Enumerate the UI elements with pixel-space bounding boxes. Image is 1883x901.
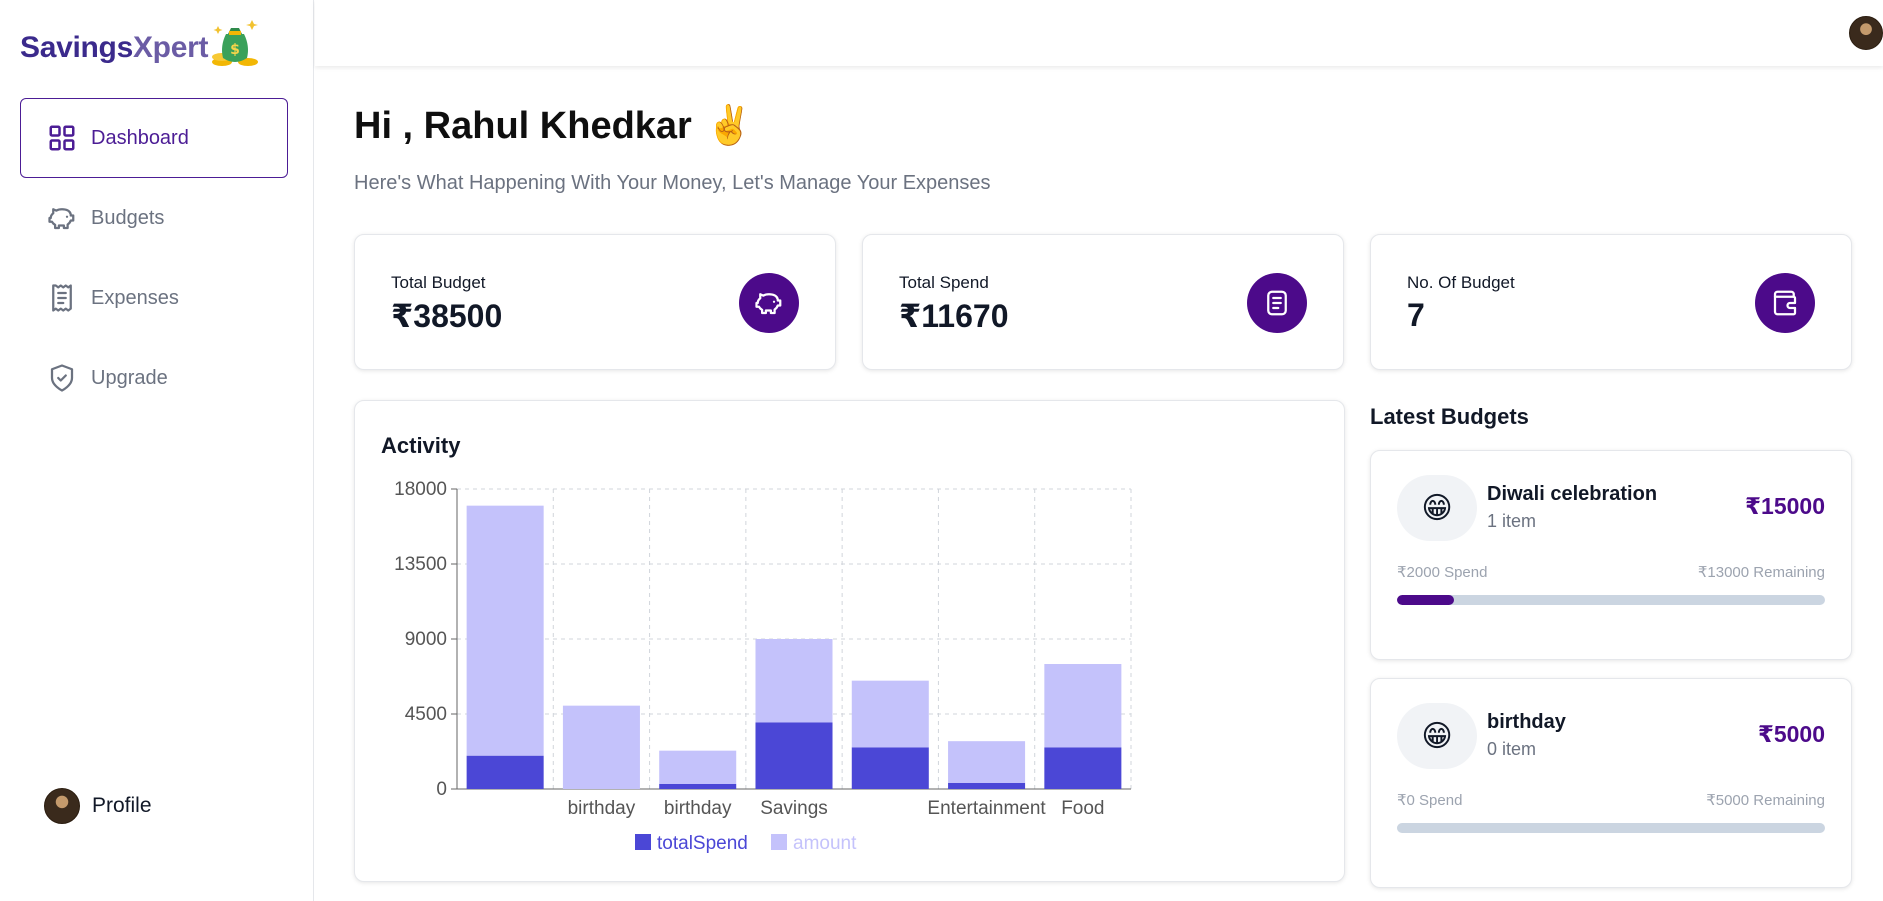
grid-icon: [49, 125, 75, 151]
user-avatar[interactable]: [1849, 16, 1883, 50]
sidebar-nav: Dashboard Budgets Expenses Upgrade: [20, 98, 288, 418]
x-tick-label: Entertainment: [927, 798, 1046, 819]
budget-progress-bar: [1397, 823, 1825, 833]
stat-card-budget-count: No. Of Budget 7: [1370, 234, 1852, 370]
bar-amount: [659, 750, 737, 784]
piggy-bank-icon: [739, 273, 799, 333]
bar-amount: [948, 741, 1026, 783]
page-subtitle: Here's What Happening With Your Money, L…: [354, 172, 991, 194]
top-bar: [315, 0, 1883, 66]
y-tick-label: 4500: [405, 704, 447, 725]
logo-text: SavingsXpert: [20, 31, 208, 65]
bar-totalSpend: [755, 722, 833, 789]
bar-amount: [851, 680, 929, 748]
budget-card-birthday[interactable]: 😁 birthday 0 item ₹5000 ₹0 Spend ₹5000 R…: [1370, 678, 1852, 888]
legend-swatch: [771, 834, 787, 850]
bar-totalSpend: [1044, 747, 1122, 789]
budget-item-count: 0 item: [1487, 739, 1537, 759]
stat-label: Total Spend: [899, 273, 989, 292]
sidebar-item-budgets[interactable]: Budgets: [20, 178, 288, 258]
budget-progress-bar: [1397, 595, 1825, 605]
stat-label: No. Of Budget: [1407, 273, 1515, 292]
budget-amount: ₹15000: [1745, 493, 1825, 519]
legend-label: amount: [793, 833, 857, 854]
app-root: SavingsXpert $ Dashboard Budgets Expense…: [0, 0, 1883, 901]
budget-remaining: ₹5000 Remaining: [1706, 792, 1825, 809]
budget-name: Diwali celebration: [1487, 483, 1658, 505]
budget-card-diwali[interactable]: 😁 Diwali celebration 1 item ₹15000 ₹2000…: [1370, 450, 1852, 660]
stat-label: Total Budget: [391, 273, 486, 292]
y-tick-label: 13500: [394, 554, 447, 575]
latest-budgets-title: Latest Budgets: [1370, 404, 1529, 429]
piggy-bank-icon: [48, 208, 75, 230]
receipt-icon: [52, 284, 72, 312]
profile-label: Profile: [92, 794, 152, 817]
logo-text-part2: Xpert: [132, 31, 209, 64]
activity-card: Activity 0 4500 9000 13500 18000 birthday birt…: [354, 400, 1345, 882]
bar-amount: [562, 705, 640, 789]
logo-text-part1: Savings: [20, 31, 133, 64]
profile-link[interactable]: Profile: [44, 788, 152, 824]
budget-progress-fill: [1397, 595, 1454, 605]
budget-name: birthday: [1487, 711, 1566, 733]
stat-value: ₹38500: [391, 298, 503, 334]
stat-card-total-budget: Total Budget ₹38500: [354, 234, 836, 370]
legend-label: totalSpend: [657, 833, 748, 854]
sidebar-item-label: Expenses: [91, 286, 179, 309]
receipt-icon: [1247, 273, 1307, 333]
budget-spend: ₹2000 Spend: [1397, 564, 1488, 581]
bar-totalSpend: [948, 782, 1026, 789]
bar-amount: [1044, 664, 1122, 748]
grinning-face-icon: 😁: [1397, 703, 1477, 769]
page-title: Hi , Rahul Khedkar ✌️: [354, 104, 753, 148]
stat-value: 7: [1407, 297, 1425, 333]
logo[interactable]: SavingsXpert $: [20, 19, 260, 76]
y-tick-label: 9000: [405, 629, 447, 650]
y-tick-label: 18000: [394, 479, 447, 500]
sidebar-item-dashboard[interactable]: Dashboard: [20, 98, 288, 178]
bar-totalSpend: [659, 784, 737, 789]
sidebar: SavingsXpert $ Dashboard Budgets Expense…: [0, 0, 314, 901]
bar-totalSpend: [851, 747, 929, 789]
stat-value: ₹11670: [899, 298, 1009, 334]
y-tick-label: 0: [436, 779, 447, 800]
bar-amount: [755, 639, 833, 723]
legend-swatch: [635, 834, 651, 850]
x-tick-label: Food: [1061, 798, 1104, 819]
budget-item-count: 1 item: [1487, 511, 1537, 531]
sidebar-item-expenses[interactable]: Expenses: [20, 258, 288, 338]
x-tick-label: Savings: [760, 798, 828, 819]
greeting-text: Hi , Rahul Khedkar: [354, 104, 692, 147]
avatar: [44, 788, 80, 824]
grinning-face-icon: 😁: [1397, 475, 1477, 541]
x-tick-label: birthday: [568, 798, 636, 819]
budget-remaining: ₹13000 Remaining: [1697, 564, 1825, 581]
svg-text:$: $: [230, 42, 240, 58]
victory-hand-icon: ✌️: [705, 105, 754, 147]
sidebar-item-label: Budgets: [91, 206, 165, 229]
wallet-icon: [1755, 273, 1815, 333]
budget-spend: ₹0 Spend: [1397, 792, 1463, 809]
activity-chart: 0 4500 9000 13500 18000 birthday birthday Savin…: [394, 479, 1132, 854]
sidebar-item-label: Dashboard: [91, 126, 189, 149]
shield-check-icon: [50, 364, 74, 392]
bar-totalSpend: [466, 755, 544, 789]
budget-amount: ₹5000: [1757, 721, 1825, 747]
sidebar-item-upgrade[interactable]: Upgrade: [20, 338, 288, 418]
money-bag-icon: $: [210, 16, 260, 75]
sidebar-item-label: Upgrade: [91, 366, 168, 389]
stat-card-total-spend: Total Spend ₹11670: [862, 234, 1344, 370]
x-tick-label: birthday: [664, 798, 732, 819]
bar-amount: [466, 505, 544, 756]
